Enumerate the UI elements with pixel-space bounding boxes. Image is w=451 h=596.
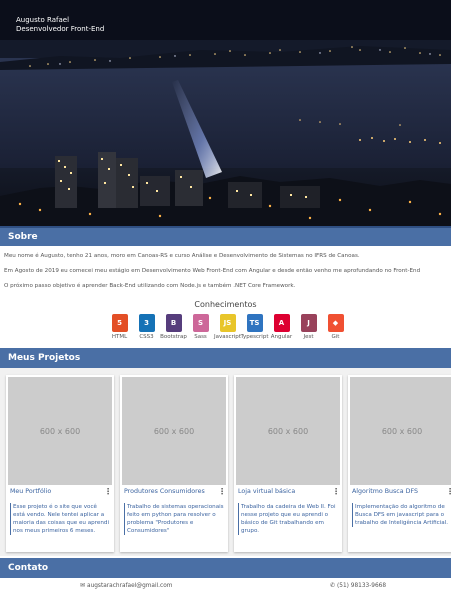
skill-label: HTML bbox=[111, 334, 128, 340]
git-icon: ◆ bbox=[327, 314, 344, 332]
skill-item: 5 HTML bbox=[106, 314, 133, 340]
more-vert-icon[interactable]: ⋮ bbox=[104, 485, 112, 499]
skill-label: Angular bbox=[270, 334, 293, 340]
project-header: Algoritmo Busca DFS ⋮ bbox=[348, 485, 451, 499]
skill-item: TS Typescript bbox=[241, 314, 268, 340]
contact-phone[interactable]: ✆ (51) 98133-9668 bbox=[330, 582, 386, 589]
bootstrap-icon: B bbox=[165, 314, 182, 332]
hero-role: Desenvolvedor Front-End bbox=[16, 25, 105, 33]
skills-list: 5 HTML 3 CSS3 B Bootstrap S Sass JS Javascript TS T… bbox=[106, 314, 349, 340]
project-title[interactable]: Produtores Consumidores bbox=[124, 488, 205, 495]
project-description: Esse projeto é o site que você está vend… bbox=[10, 503, 110, 535]
project-image-placeholder: 600 x 600 bbox=[350, 377, 451, 485]
skill-item: B Bootstrap bbox=[160, 314, 187, 340]
project-card[interactable]: 600 x 600 Meu Portfólio ⋮ Esse projeto é o … bbox=[6, 375, 114, 552]
project-header: Meu Portfólio ⋮ bbox=[6, 485, 114, 499]
jest-icon: J bbox=[300, 314, 317, 332]
skill-item: ◆ Git bbox=[322, 314, 349, 340]
project-image-placeholder: 600 x 600 bbox=[122, 377, 226, 485]
hero-banner: Augusto Rafael Desenvolvedor Front-End bbox=[0, 0, 451, 226]
project-title[interactable]: Meu Portfólio bbox=[10, 488, 51, 495]
more-vert-icon[interactable]: ⋮ bbox=[446, 485, 451, 499]
hero-name: Augusto Rafael bbox=[16, 16, 70, 24]
project-image-placeholder: 600 x 600 bbox=[236, 377, 340, 485]
section-header-projects: Meus Projetos bbox=[0, 348, 451, 368]
typescript-icon: TS bbox=[246, 314, 263, 332]
about-text: Meu nome é Augusto, tenho 21 anos, moro … bbox=[4, 252, 451, 297]
section-header-contact: Contato bbox=[0, 558, 451, 578]
project-header: Produtores Consumidores ⋮ bbox=[120, 485, 228, 499]
javascript-icon: JS bbox=[219, 314, 236, 332]
project-title[interactable]: Algoritmo Busca DFS bbox=[352, 488, 418, 495]
project-description: Trabalho de sistemas operacionais feito … bbox=[124, 503, 224, 535]
about-paragraph: O próximo passo objetivo é aprender Back… bbox=[4, 283, 296, 289]
project-card[interactable]: 600 x 600 Loja virtual básica ⋮ Trabalho da… bbox=[234, 375, 342, 552]
skill-label: Jest bbox=[303, 334, 314, 340]
more-vert-icon[interactable]: ⋮ bbox=[332, 485, 340, 499]
project-card[interactable]: 600 x 600 Produtores Consumidores ⋮ Trabalh… bbox=[120, 375, 228, 552]
email-text: augstarachrafael@gmail.com bbox=[87, 582, 173, 589]
contact-email[interactable]: ✉ augstarachrafael@gmail.com bbox=[80, 582, 172, 589]
skill-label: Typescript bbox=[240, 334, 269, 340]
skill-label: CSS3 bbox=[139, 334, 154, 340]
project-description: Implementação do algoritmo de Busca DFS … bbox=[352, 503, 451, 527]
skill-item: S Sass bbox=[187, 314, 214, 340]
section-header-about: Sobre bbox=[0, 228, 451, 246]
angular-icon: A bbox=[273, 314, 290, 332]
skill-item: 3 CSS3 bbox=[133, 314, 160, 340]
project-header: Loja virtual básica ⋮ bbox=[234, 485, 342, 499]
skill-item: JS Javascript bbox=[214, 314, 241, 340]
project-title[interactable]: Loja virtual básica bbox=[238, 488, 295, 495]
skill-item: J Jest bbox=[295, 314, 322, 340]
project-card[interactable]: 600 x 600 Algoritmo Busca DFS ⋮ Implementaç… bbox=[348, 375, 451, 552]
phone-text: (51) 98133-9668 bbox=[337, 582, 387, 589]
html5-icon: 5 bbox=[111, 314, 128, 332]
more-vert-icon[interactable]: ⋮ bbox=[218, 485, 226, 499]
css3-icon: 3 bbox=[138, 314, 155, 332]
project-description: Trabalho da cadeira de Web II. Foi nesse… bbox=[238, 503, 338, 535]
skill-label: Sass bbox=[194, 334, 207, 340]
envelope-icon: ✉ bbox=[80, 582, 86, 589]
whatsapp-icon: ✆ bbox=[330, 582, 336, 589]
sass-icon: S bbox=[192, 314, 209, 332]
about-paragraph: Meu nome é Augusto, tenho 21 anos, moro … bbox=[4, 253, 360, 259]
skill-item: A Angular bbox=[268, 314, 295, 340]
about-paragraph: Em Agosto de 2019 eu comecei meu estágio… bbox=[4, 268, 421, 274]
skill-label: Git bbox=[331, 334, 340, 340]
skills-title: Conhecimentos bbox=[194, 300, 257, 309]
skill-label: Javascript bbox=[214, 334, 241, 340]
project-image-placeholder: 600 x 600 bbox=[8, 377, 112, 485]
skill-label: Bootstrap bbox=[160, 334, 187, 340]
